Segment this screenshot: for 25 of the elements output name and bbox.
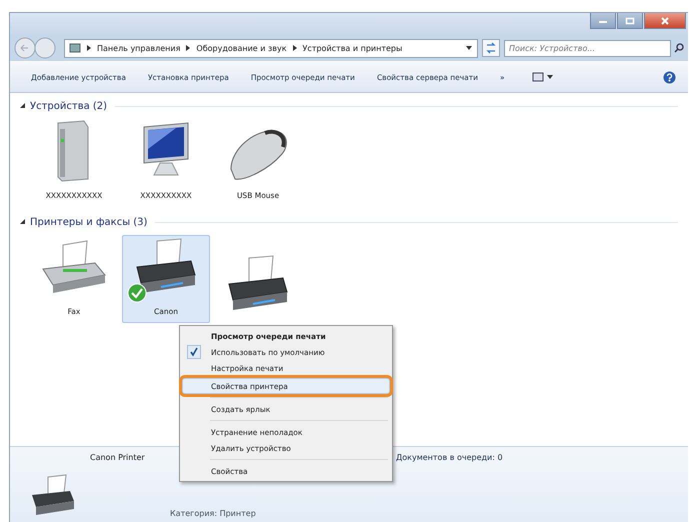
- control-panel-icon: [69, 42, 81, 54]
- chevron-icon: [185, 44, 192, 52]
- breadcrumb[interactable]: Устройства и принтеры: [302, 44, 402, 52]
- breadcrumb[interactable]: Оборудование и звук: [196, 44, 287, 52]
- chevron-icon: [292, 44, 298, 52]
- search-icon: [674, 43, 684, 53]
- minimize-icon[interactable]: [590, 13, 616, 29]
- device-category: Категория: Принтер: [169, 509, 257, 518]
- refresh-icon[interactable]: [482, 39, 500, 57]
- group-header[interactable]: Принтеры и факсы (3): [30, 216, 148, 228]
- help-icon[interactable]: [663, 70, 676, 84]
- search-field[interactable]: Поиск: Устройство...: [504, 40, 671, 56]
- breadcrumb[interactable]: Панель управления: [97, 44, 180, 52]
- collapse-arrow-icon[interactable]: [20, 219, 26, 225]
- queue-status: Документов в очереди: 0: [396, 453, 503, 462]
- maximize-icon[interactable]: [617, 13, 643, 29]
- chevron-icon: [86, 44, 92, 52]
- dropdown-icon[interactable]: [465, 45, 473, 51]
- close-icon[interactable]: [644, 13, 686, 29]
- address-field[interactable]: Панель управления Оборудование и звук Устройства и принтеры: [64, 38, 478, 58]
- group-header[interactable]: Устройства (2): [30, 100, 108, 112]
- printer-icon: [30, 473, 76, 515]
- view-options-icon[interactable]: [532, 72, 554, 82]
- device-name: Canon Printer: [90, 453, 146, 462]
- collapse-arrow-icon[interactable]: [20, 103, 26, 109]
